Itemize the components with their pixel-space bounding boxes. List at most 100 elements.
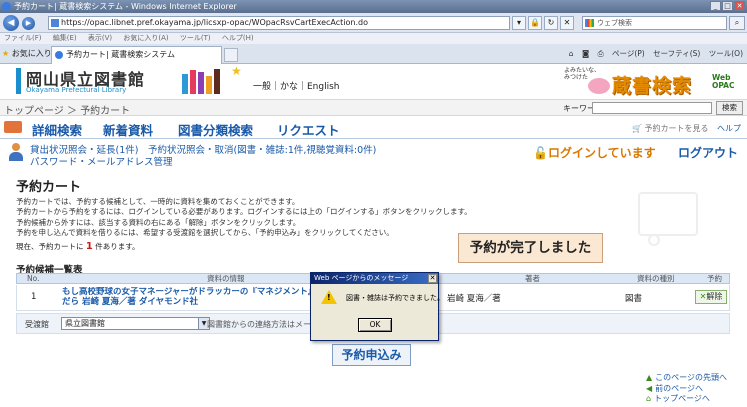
refresh-icon[interactable]: ↻	[544, 16, 558, 30]
window-controls: _ □ ✕	[710, 1, 745, 11]
ie-logo-icon	[2, 2, 11, 11]
dialog-title: Web ページからのメッセージ	[311, 273, 438, 284]
breadcrumb-separator: ＞	[67, 106, 77, 117]
footer-link-home[interactable]: ⌂ トップページへ	[646, 394, 727, 405]
favorites-star-icon: ★	[2, 49, 10, 58]
tab-active[interactable]: 予約カート| 蔵書検索システム	[51, 46, 222, 64]
cart-count-value: 1	[85, 241, 93, 252]
favorites-button[interactable]: ★ お気に入り	[2, 48, 52, 59]
url-text: https://opac.libnet.pref.okayama.jp/lics…	[61, 18, 368, 27]
description-line: 予約候補から外すには、該当する資料の右にある「解除」ボタンをクリックします。	[16, 217, 301, 227]
nav-advanced-search[interactable]: 詳細検索	[32, 120, 82, 139]
cart-watermark-icon	[638, 192, 698, 246]
nav-right: 🛒 予約カートを見る ヘルプ	[632, 123, 741, 134]
dialog-close-icon[interactable]: ✕	[428, 274, 437, 283]
tab-page-icon	[55, 51, 63, 59]
cmd-page[interactable]: ページ(P)	[612, 49, 645, 58]
forward-icon[interactable]: ▶	[22, 17, 35, 30]
submit-reservation-button[interactable]: 予約申込み	[332, 344, 411, 366]
lock-icon[interactable]: 🔒	[528, 16, 542, 30]
logout-link[interactable]: ログアウト	[678, 144, 738, 161]
description-line: 予約カートでは、予約する候補として、一時的に資料を集めておくことができます。	[16, 197, 300, 206]
password-email-link[interactable]: パスワード・メールアドレス管理	[30, 154, 173, 168]
tab-title: 予約カート| 蔵書検索システム	[66, 50, 175, 59]
service-title: 蔵書検索	[612, 75, 693, 97]
page-icon	[51, 19, 59, 27]
tab-bar: ★ お気に入り 予約カート| 蔵書検索システム ⌂ ◙ ⎙ ページ(P) セーフ…	[0, 44, 747, 64]
row-title-link[interactable]: もし高校野球の女子マネージャーがドラッカーの『マネジメント』を だら 岩崎 夏海…	[62, 287, 312, 307]
webopac-badge: Web OPAC	[712, 73, 735, 90]
star-icon: ★	[231, 64, 242, 78]
breadcrumb-current: 予約カート	[80, 106, 131, 117]
user-icon	[9, 143, 23, 161]
dialog-message: 図書・雑誌は予約できました。	[346, 294, 444, 302]
search-placeholder: ウェブ検索	[597, 19, 632, 27]
cancel-button[interactable]: ✕解除	[695, 290, 727, 304]
nav-request[interactable]: リクエスト	[277, 120, 340, 139]
new-tab-button[interactable]	[224, 48, 238, 62]
menu-favorites[interactable]: お気に入り(A)	[123, 34, 168, 42]
row-type: 図書	[625, 294, 643, 304]
site-header: 岡山県立図書館 Okayama Prefectural Library ★ 一般…	[0, 64, 747, 97]
cmd-tools[interactable]: ツール(O)	[709, 49, 743, 58]
address-bar: ◀ ▶ https://opac.libnet.pref.okayama.jp/…	[0, 13, 747, 33]
row-number: 1	[31, 292, 37, 302]
stop-icon[interactable]: ✕	[560, 16, 574, 30]
help-link[interactable]: ヘルプ	[717, 124, 741, 133]
web-search-input[interactable]: ウェブ検索	[582, 16, 727, 30]
breadcrumb-home[interactable]: トップページ	[4, 106, 64, 117]
menu-bar: ファイル(F) 編集(E) 表示(V) お気に入り(A) ツール(T) ヘルプ(…	[0, 33, 747, 44]
arrow-up-icon: ▲	[646, 373, 653, 382]
window-titlebar: 予約カート| 蔵書検索システム - Windows Internet Explo…	[0, 0, 747, 13]
arrow-left-icon: ◀	[646, 383, 653, 393]
mascot-icon	[588, 78, 610, 94]
print-icon[interactable]: ⎙	[598, 49, 604, 58]
books-logo-icon	[182, 69, 228, 94]
page-title: 予約カート	[16, 180, 82, 195]
menu-file[interactable]: ファイル(F)	[4, 34, 42, 42]
url-input[interactable]: https://opac.libnet.pref.okayama.jp/lics…	[48, 16, 510, 30]
menu-tools[interactable]: ツール(T)	[180, 34, 211, 42]
language-links[interactable]: 一般｜かな｜English	[253, 79, 340, 92]
cart-count: 現在、予約カートに 1 件あります。	[16, 241, 140, 252]
view-cart-link[interactable]: 予約カートを見る	[644, 124, 708, 133]
footer-link-top[interactable]: ▲ このページの先頭へ	[646, 373, 727, 384]
cmd-safety[interactable]: セーフティ(S)	[653, 49, 700, 58]
footer-link-back[interactable]: ◀ 前のページへ	[646, 384, 727, 395]
col-no: No.	[27, 274, 40, 283]
nav-new-materials[interactable]: 新着資料	[103, 120, 153, 139]
menu-view[interactable]: 表示(V)	[88, 34, 112, 42]
minimize-icon[interactable]: _	[710, 1, 721, 11]
col-reserve: 予約	[707, 274, 722, 283]
search-icon[interactable]: ⌕	[729, 16, 745, 30]
user-bar: 貸出状況照会・延長(1件) 予約状況照会・取消(図書・雑誌:1件,視聴覚資料:0…	[0, 140, 747, 168]
footer-links: ▲ このページの先頭へ ◀ 前のページへ ⌂ トップページへ	[646, 373, 727, 405]
lock-status-icon: 🔓	[533, 146, 548, 160]
home-small-icon: ⌂	[646, 394, 652, 403]
nav-classification-search[interactable]: 図書分類検索	[178, 120, 253, 139]
menu-help[interactable]: ヘルプ(H)	[222, 34, 254, 42]
close-window-icon[interactable]: ✕	[734, 1, 745, 11]
pickup-library-select[interactable]: 県立図書館 ▼	[61, 317, 210, 330]
dropdown-icon[interactable]: ▾	[512, 16, 526, 30]
maximize-icon[interactable]: □	[722, 1, 733, 11]
home-icon[interactable]: ⌂	[569, 49, 574, 58]
warning-icon: !	[321, 290, 337, 304]
feeds-icon[interactable]: ◙	[582, 49, 589, 58]
address-tools: ▾ 🔒 ↻ ✕	[512, 16, 574, 30]
pickup-note: 図書館からの連絡方法はメー	[207, 320, 311, 329]
book-icon	[4, 121, 22, 133]
description-line: 予約を申し込んで資料を借りるには、希望する受渡館を選択してから、「予約申込み」を…	[16, 227, 394, 237]
keyword-search-button[interactable]: 検索	[716, 101, 743, 115]
breadcrumb-bar: トップページ ＞ 予約カート キーワード 検索	[0, 99, 747, 117]
favorites-label: お気に入り	[11, 49, 52, 58]
command-bar: ⌂ ◙ ⎙ ページ(P) セーフティ(S) ツール(O)	[563, 48, 743, 59]
menu-edit[interactable]: 編集(E)	[53, 34, 77, 42]
back-icon[interactable]: ◀	[3, 15, 19, 31]
logo-mark	[16, 68, 21, 94]
dialog-ok-button[interactable]: OK	[358, 318, 392, 332]
col-info: 資料の情報	[207, 274, 245, 283]
keyword-input[interactable]	[592, 102, 712, 114]
completion-banner: 予約が完了しました	[458, 233, 603, 263]
library-name-en: Okayama Prefectural Library	[26, 86, 127, 94]
